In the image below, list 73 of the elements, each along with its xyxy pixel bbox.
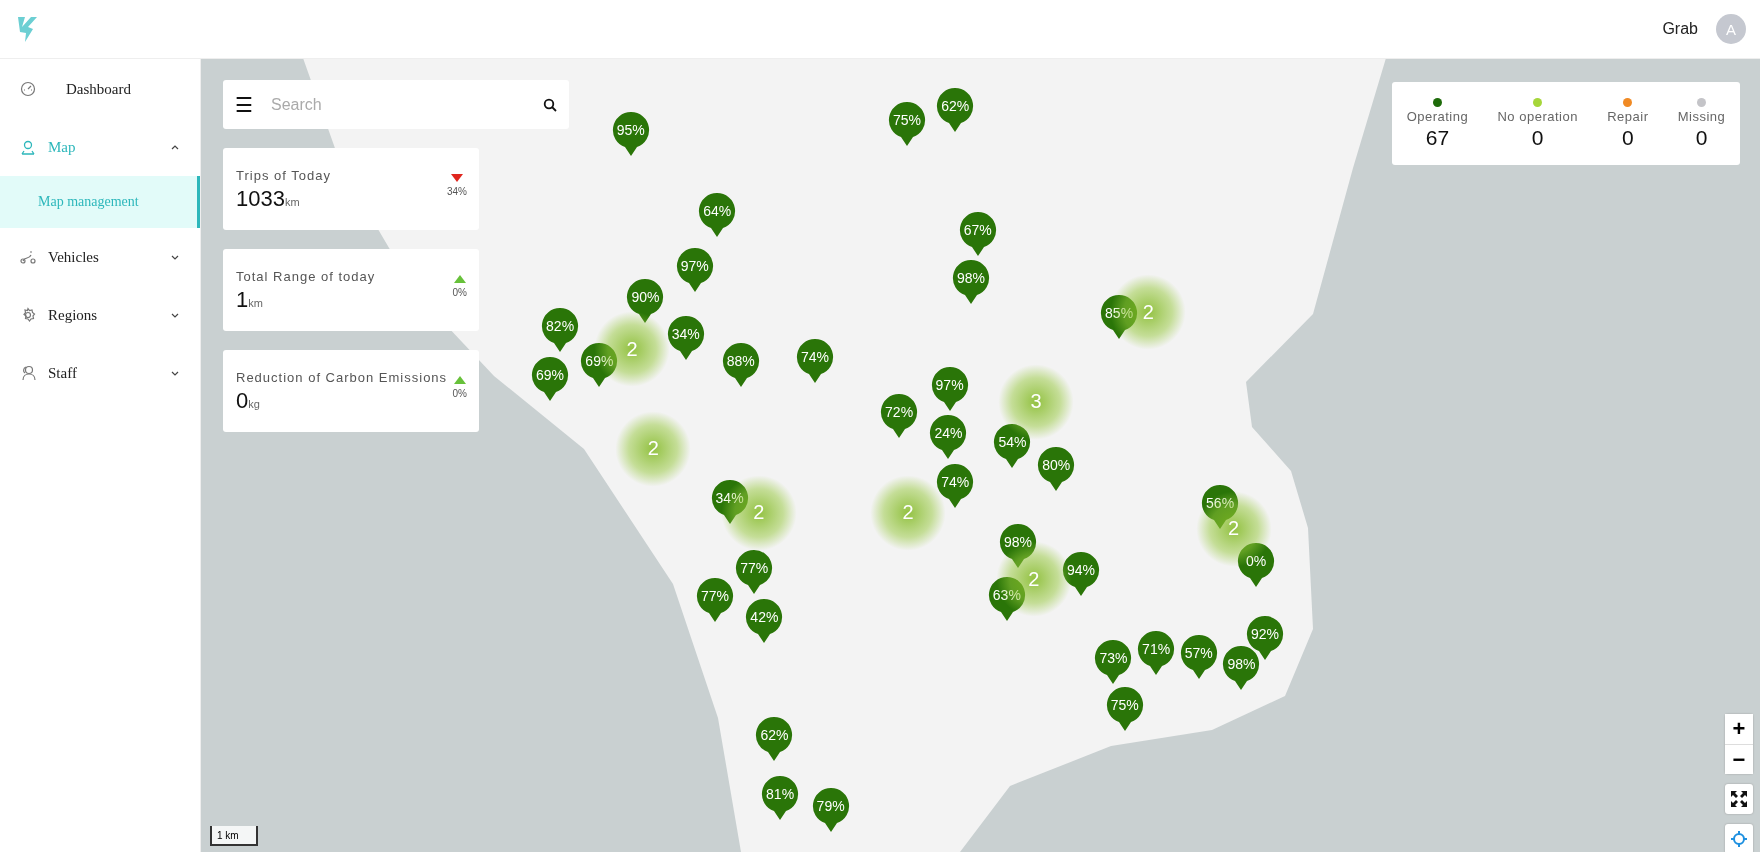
vehicle-marker[interactable]: 80% [1037,445,1076,492]
stat-title: Trips of Today [236,168,331,183]
vehicle-marker[interactable]: 74% [795,337,834,384]
stat-value: 0kg [236,388,261,414]
vehicle-marker[interactable]: 77% [735,548,774,595]
vehicle-marker[interactable]: 57% [1179,634,1218,681]
status-label: Operating [1406,108,1469,124]
search-icon[interactable] [543,97,557,112]
location-pin-icon [20,139,36,155]
stat-change: 0% [452,287,467,298]
locate-button[interactable] [1725,824,1753,852]
user-name: Grab [1662,20,1698,38]
vehicle-marker[interactable]: 82% [541,306,580,353]
stat-title: Total Range of today [236,269,376,284]
vehicle-marker[interactable]: 62% [936,86,975,133]
vehicle-marker[interactable]: 79% [811,786,850,833]
vehicle-marker[interactable]: 34% [666,315,705,362]
status-label: Missing [1677,108,1726,124]
vehicle-marker[interactable]: 62% [755,716,794,763]
stat-title: Reduction of Carbon Emissions [236,370,448,385]
vehicle-marker[interactable]: 73% [1094,638,1133,685]
search-bar[interactable]: ☰ Search [223,80,569,129]
map-scale: 1 km [210,826,258,846]
vehicle-marker[interactable]: 71% [1137,629,1176,676]
vehicle-marker[interactable]: 94% [1061,551,1100,598]
nav-item[interactable]: Vehicles [0,228,200,286]
crosshair-icon [1730,830,1748,848]
gauge-icon [20,81,36,97]
people-icon [20,365,36,381]
vehicle-marker[interactable]: 90% [626,278,665,325]
vehicle-marker[interactable]: 69% [531,355,569,402]
status-label: Repair [1607,108,1649,124]
zoom-in-button[interactable]: + [1725,714,1753,744]
vehicle-marker[interactable]: 0% [1237,542,1275,589]
stat-value: 1km [236,287,264,313]
vehicle-marker[interactable]: 63% [987,575,1026,622]
fullscreen-button[interactable] [1725,784,1753,814]
vehicle-marker[interactable]: 74% [936,462,975,509]
stat-value: 1033km [236,186,301,212]
vehicle-marker[interactable]: 64% [698,192,737,238]
vehicle-marker[interactable]: 42% [745,598,784,645]
vehicle-marker[interactable]: 69% [580,342,619,389]
status-count: 0 [1531,125,1544,150]
zoom-out-button[interactable]: − [1725,744,1753,774]
vehicle-marker[interactable]: 97% [675,247,714,293]
vehicle-marker[interactable]: 75% [887,101,926,148]
vehicle-marker[interactable]: 34% [710,479,749,526]
vehicle-marker[interactable]: 67% [958,211,997,258]
gear-icon [20,307,36,323]
vehicle-marker[interactable]: 95% [611,111,650,158]
stat-change: 0% [452,388,467,399]
vehicle-marker[interactable]: 88% [721,342,760,389]
nav-item[interactable]: Staff [0,344,200,402]
expand-arrows-icon [1730,790,1748,808]
status-count: 0 [1695,125,1708,150]
vehicle-marker[interactable]: 85% [1100,294,1139,341]
vehicle-marker[interactable]: 24% [929,414,968,461]
status-count: 67 [1425,125,1450,150]
vehicle-marker[interactable]: 77% [696,577,734,623]
vehicle-marker[interactable]: 75% [1105,685,1144,732]
menu-icon[interactable]: ☰ [235,92,251,117]
vehicle-marker[interactable]: 72% [880,392,919,439]
stat-change: 34% [447,186,467,197]
vehicle-marker[interactable]: 98% [999,523,1038,570]
vehicle-marker[interactable]: 54% [993,423,1032,470]
vehicle-marker[interactable]: 97% [930,366,969,412]
vehicle-marker[interactable]: 81% [761,774,800,821]
status-count: 0 [1622,125,1634,150]
vehicle-marker[interactable]: 98% [951,259,990,306]
status-label: No operation [1497,108,1578,124]
nav-item[interactable]: Regions [0,286,200,344]
vehicle-marker[interactable]: 98% [1222,645,1261,692]
nav-item[interactable]: Dashboard [0,60,200,118]
